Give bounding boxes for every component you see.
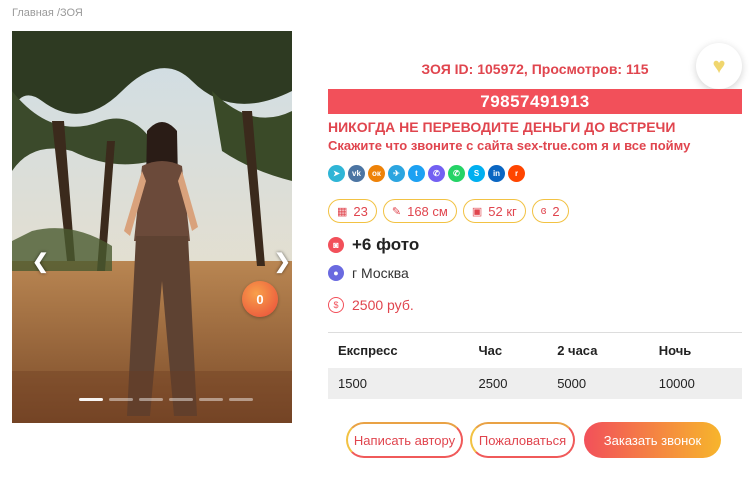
price-row: $ 2500 руб. [328,297,414,313]
price-hour: 2500 [468,368,548,399]
skype-icon[interactable]: S [468,165,485,182]
profile-photo [12,31,292,423]
share-icon[interactable]: ➤ [328,165,345,182]
param-age-value: 23 [353,203,368,219]
price-night: 10000 [648,368,742,399]
price-header-night: Ночь [648,332,742,368]
price-text: 2500 руб. [352,297,414,313]
call-hint-text: Скажите что звоните с сайта sex-true.com… [328,138,691,153]
vk-icon[interactable]: vk [348,165,365,182]
breadcrumb-current: ЗОЯ [60,7,83,19]
gallery-dot[interactable] [199,398,223,401]
social-share-list: ➤ vk ок ✈ t ✆ ✆ Sin r [328,165,525,182]
param-weight-value: 52 кг [488,203,517,219]
order-call-button[interactable]: Заказать звонок [584,422,721,458]
reddit-icon[interactable]: r [508,165,525,182]
city-text: г Москва [352,265,409,281]
scale-icon: ▣ [471,205,483,218]
more-photos-row[interactable]: ◙ +6 фото [328,235,419,255]
gallery-dot[interactable] [139,398,163,401]
camera-icon: ◙ [328,237,344,253]
write-author-button[interactable]: Написать автору [346,422,463,458]
telegram-icon[interactable]: ✈ [388,165,405,182]
param-breast: ɞ2 [531,199,569,223]
gallery-dot[interactable] [229,398,253,401]
whatsapp-icon[interactable]: ✆ [448,165,465,182]
breadcrumb: Главная /ЗОЯ [12,7,83,19]
price-header-express: Експресс [328,332,469,368]
param-weight: ▣ 52 кг [462,199,526,223]
price-header-hour: Час [468,332,548,368]
profile-params: ▦ 23 ✎ 168 см ▣ 52 кг ɞ2 [328,199,569,223]
param-height: ✎ 168 см [382,199,457,223]
odnoklassniki-icon[interactable]: ок [368,165,385,182]
linkedin-icon[interactable]: in [488,165,505,182]
ruler-icon: ✎ [391,205,402,218]
gallery-dot[interactable] [79,398,103,401]
location-pin-icon: ● [328,265,344,281]
gallery-next-button[interactable]: ❯ [274,249,291,274]
warning-text: НИКОГДА НЕ ПЕРЕВОДИТЕ ДЕНЬГИ ДО ВСТРЕЧИ [328,119,676,135]
rating-badge: 0 [242,281,278,317]
price-header-2hours: 2 часа [547,332,649,368]
gallery-dot[interactable] [109,398,133,401]
gallery-prev-button[interactable]: ❮ [32,249,49,274]
dollar-icon: $ [328,297,344,313]
price-express: 1500 [328,368,469,399]
gallery-dot[interactable] [169,398,193,401]
bra-icon: ɞ [540,205,547,217]
viber-icon[interactable]: ✆ [428,165,445,182]
price-table: Експресс Час 2 часа Ночь 1500 2500 5000 … [328,332,742,399]
price-table-row: 1500 2500 5000 10000 [328,368,742,399]
more-photos-link[interactable]: +6 фото [352,235,419,255]
gallery-pagination [79,398,253,401]
breadcrumb-home[interactable]: Главная [12,7,54,19]
price-table-header: Експресс Час 2 часа Ночь [328,332,742,368]
param-age: ▦ 23 [328,199,377,223]
price-2hours: 5000 [547,368,649,399]
twitter-icon[interactable]: t [408,165,425,182]
profile-photo-gallery[interactable]: ❮ ❯ [12,31,292,423]
profile-id-views: ЗОЯ ID: 105972, Просмотров: 115 [421,61,649,77]
calendar-icon: ▦ [337,205,348,218]
phone-number[interactable]: 79857491913 [328,89,742,114]
complain-button[interactable]: Пожаловаться [470,422,575,458]
city-row: ● г Москва [328,265,409,281]
param-breast-value: 2 [552,203,560,219]
param-height-value: 168 см [407,203,448,219]
